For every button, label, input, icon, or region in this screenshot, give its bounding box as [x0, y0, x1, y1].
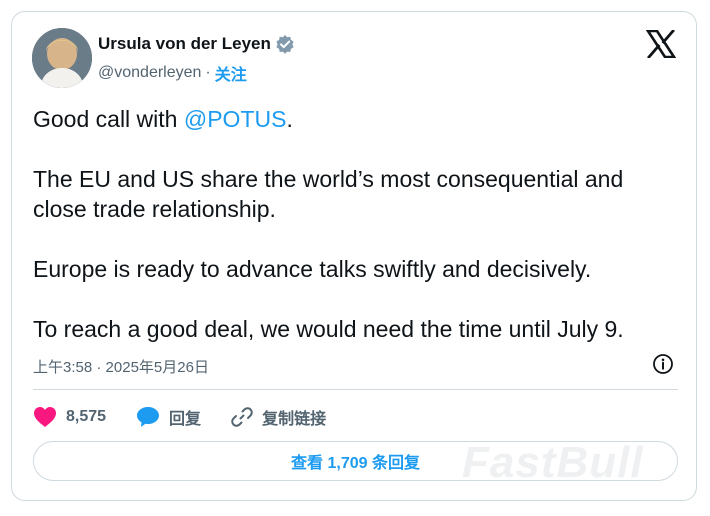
- tweet-text-prefix: Good call with: [33, 106, 184, 132]
- view-replies-button[interactable]: 查看 1,709 条回复: [33, 441, 678, 481]
- tweet-paragraph-3: Europe is ready to advance talks swiftly…: [33, 256, 592, 282]
- copy-link-button[interactable]: 复制链接: [231, 405, 326, 429]
- author-handle[interactable]: @vonderleyen: [98, 64, 201, 82]
- speech-bubble-icon: [137, 407, 160, 427]
- mention-link[interactable]: @POTUS: [184, 106, 287, 132]
- tweet-card: Ursula von der Leyen @vonderleyen · 关注 G…: [11, 11, 697, 501]
- reply-label: 回复: [169, 411, 202, 428]
- like-count: 8,575: [66, 408, 107, 425]
- heart-icon: [34, 407, 56, 427]
- author-handle-row: @vonderleyen · 关注: [98, 61, 247, 85]
- like-button[interactable]: 8,575: [33, 406, 106, 428]
- tweet-timestamp[interactable]: 上午3:58 · 2025年5月26日: [33, 356, 209, 377]
- info-icon[interactable]: [652, 353, 674, 375]
- handle-separator: ·: [205, 64, 211, 81]
- tweet-paragraph-4: To reach a good deal, we would need the …: [33, 316, 624, 342]
- tweet-text: Good call with @POTUS. The EU and US sha…: [33, 104, 683, 374]
- tweet-paragraph-2: The EU and US share the world’s most con…: [33, 166, 624, 222]
- copy-link-label: 复制链接: [262, 411, 327, 428]
- verified-badge-icon: [275, 34, 295, 54]
- author-name[interactable]: Ursula von der Leyen: [98, 34, 271, 54]
- author-name-row: Ursula von der Leyen: [98, 34, 295, 54]
- tweet-paragraph-1: Good call with @POTUS.: [33, 104, 683, 134]
- action-bar: 8,575 回复 复制链接: [33, 405, 356, 429]
- tweet-time: 上午3:58: [33, 359, 93, 376]
- divider: [33, 389, 678, 390]
- avatar[interactable]: [32, 28, 92, 88]
- tweet-date: 2025年5月26日: [105, 359, 209, 376]
- follow-button[interactable]: 关注: [215, 61, 247, 85]
- link-icon: [231, 407, 253, 427]
- tweet-text-suffix: .: [286, 106, 293, 132]
- timestamp-separator: ·: [96, 359, 102, 376]
- x-logo-icon[interactable]: [645, 29, 677, 59]
- reply-button[interactable]: 回复: [136, 405, 201, 429]
